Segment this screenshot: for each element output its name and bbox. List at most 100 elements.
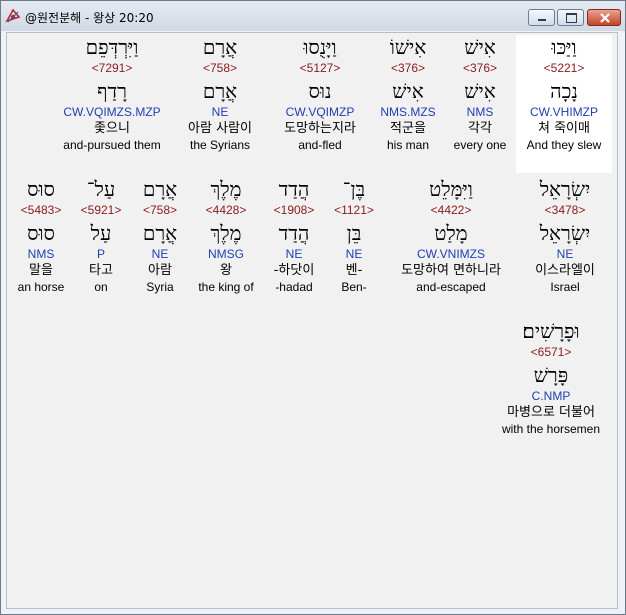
korean-gloss: 아람 [148, 263, 172, 278]
word-column[interactable]: וּפָרָשִׁים׃ <6571> פָּרָשׁ C.NMP 마병으로 더… [491, 319, 611, 457]
title-bar[interactable]: @원전분해 - 왕상 20:20 [1, 1, 625, 31]
hebrew-lemma: הֲדַד [278, 221, 310, 245]
english-gloss: with the horsemen [501, 422, 601, 436]
app-logo-icon [5, 8, 21, 23]
strong-number[interactable]: <5483> [10, 203, 72, 219]
hebrew-lemma: נוּס [308, 79, 332, 103]
parsing-code: CW.VQIMZP [285, 105, 355, 119]
english-gloss: every one [453, 138, 507, 152]
hebrew-word: וַיָּנֻסוּ [303, 35, 337, 59]
strong-number[interactable]: <1121> [327, 203, 381, 219]
strong-number[interactable]: <4422> [386, 203, 516, 219]
korean-gloss: 벤- [345, 263, 363, 278]
word-column[interactable]: וַיָּנֻסוּ <5127> נוּס CW.VQIMZP 도망하는지라 … [270, 35, 370, 173]
english-gloss: an horse [17, 280, 65, 294]
word-column[interactable]: סוּס <5483> סוּס NMS 말을 an horse [10, 177, 72, 315]
hebrew-lemma: פָּרָשׁ [533, 363, 569, 387]
hebrew-word: וַיַּכּוּ [551, 35, 577, 59]
korean-gloss: -하닷이 [273, 263, 315, 278]
strong-number[interactable]: <6571> [491, 345, 611, 361]
word-column[interactable]: וַיִּרְדְּפֵם <7291> רָדַף CW.VQIMZS.MZP… [53, 35, 171, 173]
minimize-button[interactable] [528, 9, 555, 26]
english-gloss: the Syrians [189, 138, 251, 152]
word-column[interactable]: עַל־ <5921> עַל P 타고 on [77, 177, 125, 315]
english-gloss: -hadad [275, 280, 313, 294]
english-gloss: his man [386, 138, 430, 152]
english-gloss: Syria [146, 280, 174, 294]
hebrew-word: וּפָרָשִׁים׃ [522, 319, 580, 343]
word-column[interactable]: אִישׁוֹ <376> אִישׁ NMS.MZS 적군을 his man [372, 35, 444, 173]
hebrew-lemma: אֲרָם [202, 79, 238, 103]
parsing-code: NE [556, 247, 574, 261]
parsing-code: NE [151, 247, 169, 261]
app-window: @원전분해 - 왕상 20:20 וַיַּכּוּ <5221> נָכָה … [0, 0, 626, 615]
strong-number[interactable]: <5221> [516, 61, 612, 77]
parsing-code: NMS [466, 105, 494, 119]
parsing-code: NMS [27, 247, 55, 261]
strong-number[interactable]: <758> [135, 203, 185, 219]
hebrew-word: סוּס [27, 177, 55, 201]
hebrew-lemma: מָלַט [434, 221, 468, 245]
word-column[interactable]: יִשְׂרָאֵל <3478> יִשְׂרָאֵל NE 이스라엘이 Is… [519, 177, 611, 315]
hebrew-word: עַל־ [86, 177, 116, 201]
parsing-code: C.NMP [531, 389, 571, 403]
word-column[interactable]: אֲרָם <758> אֲרָם NE 아람 사람이 the Syrians [173, 35, 267, 173]
korean-gloss: 도망하여 면하니라 [401, 263, 501, 278]
maximize-button[interactable] [557, 9, 584, 26]
word-column[interactable]: הֲדַד <1908> הֲדַד NE -하닷이 -hadad [263, 177, 325, 315]
word-column[interactable]: אֲרָם <758> אֲרָם NE 아람 Syria [135, 177, 185, 315]
word-column[interactable]: וַיַּכּוּ <5221> נָכָה CW.VHIMZP 쳐 죽이매 A… [516, 35, 612, 173]
hebrew-word: אֲרָם [142, 177, 178, 201]
parsing-code: NMS.MZS [380, 105, 436, 119]
hebrew-word: יִשְׂרָאֵל [539, 177, 591, 201]
korean-gloss: 적군을 [390, 121, 426, 136]
korean-gloss: 좇으니 [94, 121, 130, 136]
strong-number[interactable]: <7291> [53, 61, 171, 77]
hebrew-lemma: עַל [90, 221, 112, 245]
english-gloss: and-fled [298, 138, 342, 152]
hebrew-lemma: נָכָה [550, 79, 578, 103]
parsing-code: NMSG [208, 247, 244, 261]
parsing-code: P [96, 247, 105, 261]
word-column[interactable]: אִישׁ <376> אִישׁ NMS 각각 every one [445, 35, 515, 173]
word-column[interactable]: וַיִּמָּלֵט <4422> מָלַט CW.VNIMZS 도망하여 … [386, 177, 516, 315]
korean-gloss: 아람 사람이 [188, 121, 252, 136]
english-gloss: And they slew [526, 138, 602, 152]
strong-number[interactable]: <5921> [77, 203, 125, 219]
korean-gloss: 이스라엘이 [535, 263, 595, 278]
hebrew-word: וַיִּמָּלֵט [429, 177, 473, 201]
korean-gloss: 쳐 죽이매 [538, 121, 590, 136]
korean-gloss: 왕 [220, 263, 232, 278]
word-column[interactable]: מֶלֶךְ <4428> מֶלֶךְ NMSG 왕 the king of [191, 177, 261, 315]
korean-gloss: 말을 [29, 263, 53, 278]
word-column[interactable]: בֶּן־ <1121> בֵּן NE 벤- Ben- [327, 177, 381, 315]
strong-number[interactable]: <1908> [263, 203, 325, 219]
strong-number[interactable]: <376> [445, 61, 515, 77]
close-icon [600, 13, 610, 23]
hebrew-word: אֲרָם [202, 35, 238, 59]
close-button[interactable] [587, 9, 621, 26]
parsing-code: CW.VHIMZP [530, 105, 598, 119]
english-gloss: and-escaped [416, 280, 486, 294]
analysis-panel[interactable]: וַיַּכּוּ <5221> נָכָה CW.VHIMZP 쳐 죽이매 A… [6, 32, 618, 609]
hebrew-lemma: יִשְׂרָאֵל [539, 221, 591, 245]
english-gloss: on [94, 280, 108, 294]
parsing-code: CW.VNIMZS [417, 247, 485, 261]
strong-number[interactable]: <758> [173, 61, 267, 77]
strong-number[interactable]: <376> [372, 61, 444, 77]
parsing-code: CW.VQIMZS.MZP [63, 105, 161, 119]
strong-number[interactable]: <4428> [191, 203, 261, 219]
english-gloss: and-pursued them [63, 138, 161, 152]
korean-gloss: 마병으로 더불어 [507, 405, 595, 420]
korean-gloss: 각각 [468, 121, 492, 136]
strong-number[interactable]: <5127> [270, 61, 370, 77]
english-gloss: the king of [198, 280, 254, 294]
hebrew-lemma: אִישׁ [392, 79, 424, 103]
hebrew-word: אִישׁוֹ [389, 35, 427, 59]
hebrew-word: וַיִּרְדְּפֵם [85, 35, 139, 59]
hebrew-lemma: בֵּן [346, 221, 362, 245]
hebrew-lemma: רָדַף [97, 79, 127, 103]
window-title: @원전분해 - 왕상 20:20 [25, 11, 154, 25]
parsing-code: NE [211, 105, 229, 119]
strong-number[interactable]: <3478> [519, 203, 611, 219]
